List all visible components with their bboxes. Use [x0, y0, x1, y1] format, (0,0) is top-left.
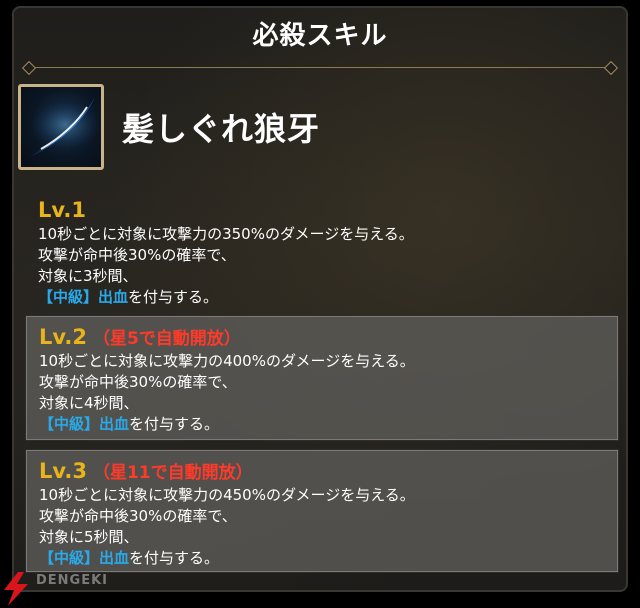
level-2-line-3: 対象に4秒間、	[39, 394, 139, 412]
panel-title: 必殺スキル	[252, 20, 388, 51]
dengeki-watermark: DENGEKI	[0, 568, 140, 608]
level-1-line-4: 【中級】出血を付与する。	[38, 287, 618, 308]
skill-name: 髪しぐれ狼牙	[122, 110, 321, 148]
level-1-heading: Lv.1	[38, 196, 618, 224]
unlock-note: （星11で自動開放）	[92, 463, 253, 483]
level-2-heading: Lv.2 （星5で自動開放）	[39, 323, 617, 351]
level-label: Lv.3	[39, 459, 87, 483]
level-2-line-2: 攻撃が命中後30%の確率で、	[39, 373, 237, 391]
bleed-keyword: 出血	[99, 415, 130, 433]
divider-diamond-right	[603, 60, 619, 76]
lightning-logo-icon	[4, 572, 28, 606]
level-label: Lv.1	[38, 198, 86, 222]
watermark-text: DENGEKI	[36, 573, 109, 588]
grade-keyword: 【中級】	[39, 549, 100, 567]
title-bar: 必殺スキル	[12, 6, 628, 60]
divider-line	[34, 67, 606, 68]
effect-text: を付与する。	[128, 288, 219, 306]
level-1-section: Lv.1 10秒ごとに対象に攻撃力の350%のダメージを与える。 攻撃が命中後3…	[26, 190, 618, 308]
title-divider	[21, 60, 619, 76]
level-1-line-1: 10秒ごとに対象に攻撃力の350%のダメージを与える。	[38, 225, 414, 243]
grade-keyword: 【中級】	[39, 415, 100, 433]
level-2-section: Lv.2 （星5で自動開放） 10秒ごとに対象に攻撃力の400%のダメージを与える…	[26, 316, 618, 440]
skill-header: 髪しぐれ狼牙	[18, 84, 618, 176]
level-3-line-1: 10秒ごとに対象に攻撃力の450%のダメージを与える。	[39, 486, 415, 504]
grade-keyword: 【中級】	[38, 288, 99, 306]
level-1-line-3: 対象に3秒間、	[38, 267, 138, 285]
level-3-section: Lv.3 （星11で自動開放） 10秒ごとに対象に攻撃力の450%のダメージを与え…	[26, 450, 618, 572]
level-3-line-4: 【中級】出血を付与する。	[39, 548, 617, 569]
level-3-line-2: 攻撃が命中後30%の確率で、	[39, 507, 237, 525]
blue-slash-icon	[18, 84, 104, 170]
effect-text: を付与する。	[129, 415, 220, 433]
level-3-heading: Lv.3 （星11で自動開放）	[39, 457, 617, 485]
level-2-line-1: 10秒ごとに対象に攻撃力の400%のダメージを与える。	[39, 352, 415, 370]
skill-panel: 必殺スキル 髪しぐれ狼牙 Lv.1 10秒ごとに対象に攻撃力の350%のダメージ…	[12, 6, 628, 592]
bleed-keyword: 出血	[98, 288, 129, 306]
bleed-keyword: 出血	[99, 549, 130, 567]
effect-text: を付与する。	[129, 549, 220, 567]
level-3-line-3: 対象に5秒間、	[39, 528, 139, 546]
divider-diamond-left	[21, 60, 37, 76]
level-2-line-4: 【中級】出血を付与する。	[39, 414, 617, 435]
level-label: Lv.2	[39, 325, 87, 349]
level-1-line-2: 攻撃が命中後30%の確率で、	[38, 246, 236, 264]
unlock-note: （星5で自動開放）	[92, 329, 241, 349]
